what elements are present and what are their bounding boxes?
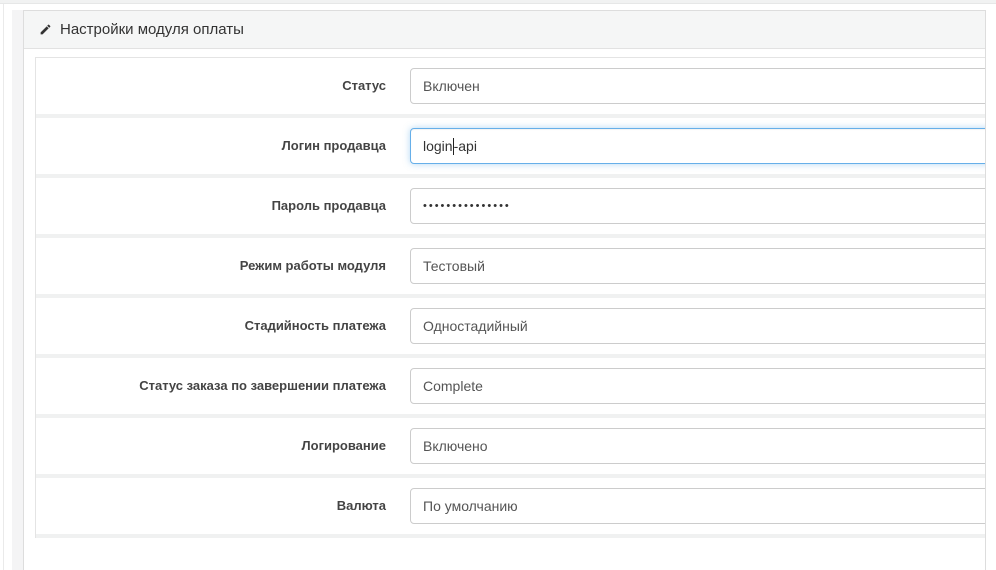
merchant-login-label: Логин продавца [36, 138, 386, 154]
form-row-order-status: Статус заказа по завершении платежа Comp… [36, 358, 986, 418]
payment-module-settings-panel: Настройки модуля оплаты Статус Включен Л… [23, 10, 986, 570]
currency-label: Валюта [36, 498, 386, 514]
status-label: Статус [36, 78, 386, 94]
login-text-before-caret: login [423, 138, 453, 154]
panel-body: Статус Включен Логин продавца login-api … [24, 49, 985, 538]
merchant-password-input[interactable]: ••••••••••••••• [410, 188, 986, 224]
module-mode-select[interactable]: Тестовый [410, 248, 986, 284]
form-row-merchant-password: Пароль продавца ••••••••••••••• [36, 178, 986, 238]
settings-form: Статус Включен Логин продавца login-api … [35, 57, 986, 538]
module-mode-label: Режим работы модуля [36, 258, 386, 274]
order-status-label: Статус заказа по завершении платежа [36, 378, 386, 394]
form-row-logging: Логирование Включено [36, 418, 986, 478]
merchant-password-label: Пароль продавца [36, 198, 386, 214]
payment-stage-label: Стадийность платежа [36, 318, 386, 334]
left-gutter [12, 10, 23, 570]
form-row-currency: Валюта По умолчанию [36, 478, 986, 538]
settings-page: Настройки модуля оплаты Статус Включен Л… [0, 0, 996, 570]
container-left-border [3, 4, 4, 570]
form-row-payment-stage: Стадийность платежа Одностадийный [36, 298, 986, 358]
payment-stage-select[interactable]: Одностадийный [410, 308, 986, 344]
panel-title: Настройки модуля оплаты [60, 21, 244, 38]
currency-select[interactable]: По умолчанию [410, 488, 986, 524]
status-select[interactable]: Включен [410, 68, 986, 104]
form-row-merchant-login: Логин продавца login-api [36, 118, 986, 178]
panel-heading: Настройки модуля оплаты [24, 11, 985, 49]
form-row-module-mode: Режим работы модуля Тестовый [36, 238, 986, 298]
form-row-status: Статус Включен [36, 58, 986, 118]
order-status-select[interactable]: Complete [410, 368, 986, 404]
login-text-after-caret: -api [454, 138, 477, 154]
merchant-login-input[interactable]: login-api [410, 128, 986, 164]
logging-label: Логирование [36, 438, 386, 454]
logging-select[interactable]: Включено [410, 428, 986, 464]
pencil-icon [39, 23, 52, 36]
top-divider [0, 0, 996, 4]
